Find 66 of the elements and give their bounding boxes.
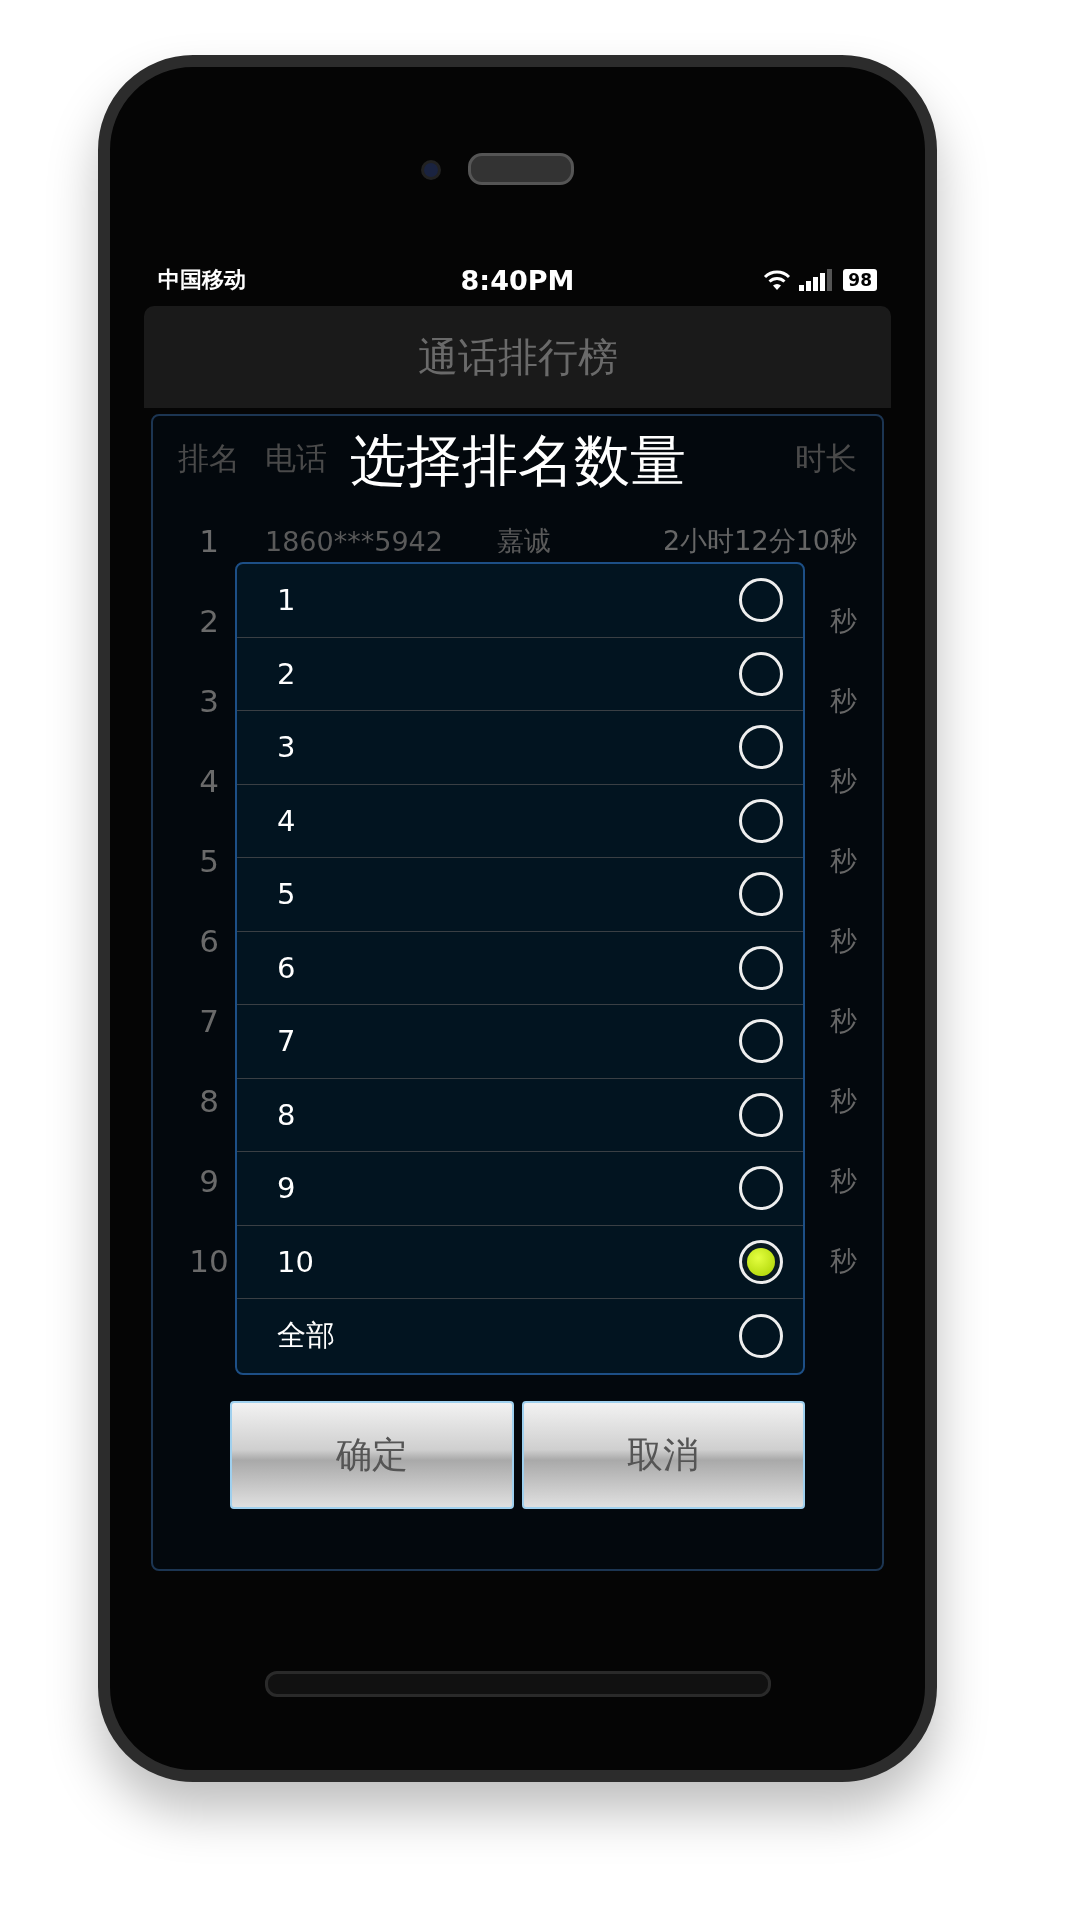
radio-button[interactable] [739, 1166, 783, 1211]
call-duration: 秒 [830, 604, 857, 638]
radio-button[interactable] [739, 1239, 783, 1284]
call-duration: 秒 [830, 1084, 857, 1118]
option-label: 10 [277, 1244, 314, 1279]
rank-number: 7 [198, 1003, 220, 1039]
rank-number: 2 [198, 603, 220, 639]
radio-button[interactable] [739, 1092, 783, 1137]
phone-number: 1860***5942 [265, 525, 443, 557]
screen-title: 通话排行榜 [417, 332, 618, 382]
option-label: 9 [277, 1171, 296, 1206]
option-label: 3 [277, 730, 296, 765]
option-label: 1 [277, 583, 296, 618]
call-duration: 秒 [830, 684, 857, 718]
radio-button[interactable] [739, 1019, 783, 1064]
option-row[interactable]: 全部 [237, 1299, 803, 1373]
option-row[interactable]: 6 [237, 931, 803, 1005]
option-row[interactable]: 8 [237, 1078, 803, 1152]
option-label: 6 [277, 950, 296, 985]
rank-number: 9 [198, 1163, 220, 1199]
contact-name: 嘉诚 [497, 525, 551, 556]
call-duration: 秒 [830, 1164, 857, 1198]
option-row[interactable]: 1 [237, 564, 803, 638]
clock-time: 8:40PM [460, 264, 575, 296]
radio-button[interactable] [739, 798, 783, 843]
option-label: 5 [277, 877, 296, 912]
carrier-name: 中国移动 [158, 266, 246, 294]
radio-button[interactable] [739, 578, 783, 623]
option-row[interactable]: 2 [237, 637, 803, 711]
battery-level: 98 [843, 269, 877, 291]
dialog-button[interactable]: 取消 [521, 1401, 805, 1509]
call-duration: 2小时12分10秒 [663, 524, 857, 558]
column-header: 电话 [265, 438, 327, 478]
rank-number: 10 [188, 1243, 230, 1279]
rank-number: 4 [198, 763, 220, 799]
radio-button[interactable] [739, 945, 783, 990]
call-duration: 秒 [830, 924, 857, 958]
option-row[interactable]: 5 [237, 858, 803, 932]
call-duration: 秒 [830, 844, 857, 878]
rank-number: 6 [198, 923, 220, 959]
call-duration: 秒 [830, 1004, 857, 1038]
rank-number: 5 [198, 843, 220, 879]
option-label: 7 [277, 1024, 296, 1059]
rank-number: 3 [198, 683, 220, 719]
radio-button[interactable] [739, 651, 783, 696]
rank-number: 8 [198, 1083, 220, 1119]
call-duration: 秒 [830, 1244, 857, 1278]
column-header: 排名 [177, 438, 241, 478]
option-row[interactable]: 7 [237, 1005, 803, 1079]
dialog-button[interactable]: 确定 [230, 1401, 514, 1509]
option-label: 8 [277, 1097, 296, 1132]
call-duration: 秒 [830, 764, 857, 798]
option-label: 全部 [277, 1316, 335, 1354]
radio-button[interactable] [739, 725, 783, 770]
camera-icon [421, 160, 441, 180]
rank-number: 1 [198, 523, 220, 559]
column-header: 时长 [795, 438, 857, 478]
option-row[interactable]: 10 [237, 1225, 803, 1299]
option-label: 4 [277, 803, 296, 838]
radio-button[interactable] [739, 872, 783, 917]
option-row[interactable]: 4 [237, 784, 803, 858]
option-label: 2 [277, 656, 296, 691]
radio-button[interactable] [739, 1313, 783, 1358]
option-row[interactable]: 3 [237, 711, 803, 785]
wifi-icon [763, 269, 792, 291]
option-row[interactable]: 9 [237, 1152, 803, 1226]
